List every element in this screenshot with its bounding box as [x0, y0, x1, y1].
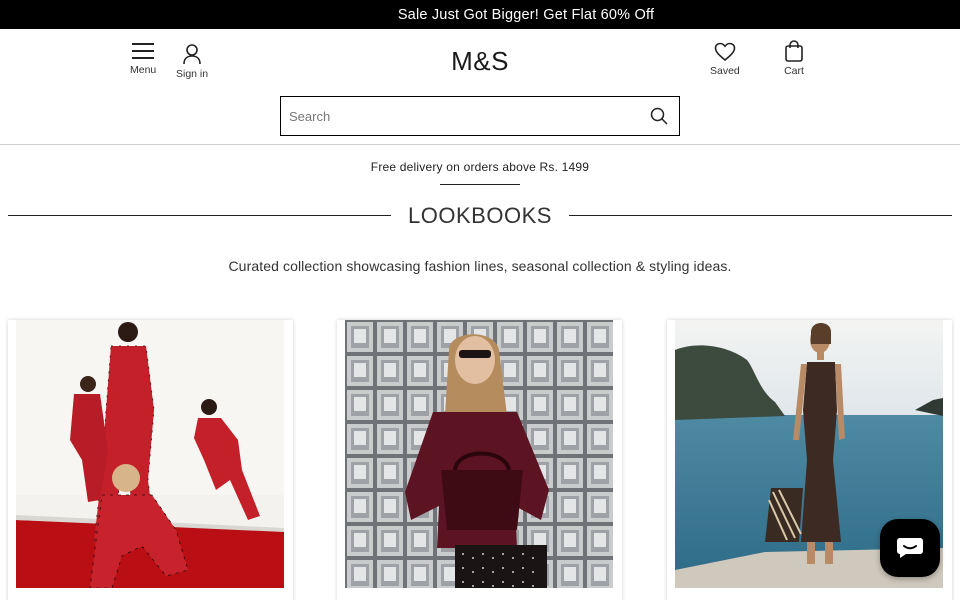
promo-text[interactable]: Sale Just Got Bigger! Get Flat 60% Off	[398, 7, 654, 23]
delivery-banner[interactable]: Free delivery on orders above Rs. 1499	[0, 160, 960, 174]
heart-icon	[714, 42, 736, 62]
chat-bubble-icon	[897, 538, 923, 558]
saved-button[interactable]: Saved	[710, 42, 740, 77]
chat-button[interactable]	[880, 519, 940, 577]
lookbooks-subtitle: Curated collection showcasing fashion li…	[228, 258, 732, 274]
brand-logo[interactable]: M&S	[0, 46, 960, 77]
lookbook-photo-2[interactable]	[345, 320, 613, 588]
cart-label: Cart	[784, 65, 804, 77]
saved-label: Saved	[710, 65, 740, 77]
search-icon	[650, 107, 668, 125]
search-button[interactable]	[639, 97, 679, 135]
shopping-bag-icon	[785, 40, 803, 62]
site-header: Menu Sign in M&S Saved Cart	[0, 29, 960, 145]
divider-right	[569, 215, 952, 216]
lookbook-card-1[interactable]	[8, 320, 293, 600]
search-input[interactable]	[281, 97, 639, 135]
lookbook-card-2[interactable]	[337, 320, 622, 600]
lookbook-photo-1[interactable]	[16, 320, 284, 588]
search-bar[interactable]	[280, 96, 680, 136]
delivery-underline	[440, 184, 520, 185]
promo-banner[interactable]: Sale Just Got Bigger! Get Flat 60% Off	[0, 0, 960, 29]
cart-button[interactable]: Cart	[784, 40, 804, 77]
lookbooks-title: LOOKBOOKS	[408, 203, 552, 228]
